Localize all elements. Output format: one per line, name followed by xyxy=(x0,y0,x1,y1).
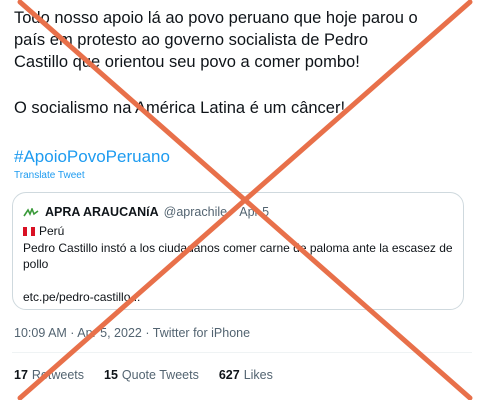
hashtag-link[interactable]: #ApoioPovoPeruano xyxy=(14,147,170,167)
quoted-tweet-link[interactable]: etc.pe/pedro-castillo... xyxy=(23,290,140,304)
quoted-country-line: Perú xyxy=(23,224,64,238)
tweet-line: Castillo que orientou seu povo a comer p… xyxy=(14,53,360,71)
tweet-stats: 17 Retweets 15 Quote Tweets 627 Likes xyxy=(14,368,293,382)
tweet-source[interactable]: Twitter for iPhone xyxy=(153,326,250,340)
separator-dot: · xyxy=(231,205,236,219)
tweet-line: Todo nosso apoio lá ao povo peruano que … xyxy=(14,9,418,27)
quoted-tweet-header: APRA ARAUCANíA @aprachile · Apr 5 xyxy=(23,205,269,219)
tweet-line: país em protesto ao governo socialista d… xyxy=(14,31,369,49)
tweet-line: O socialismo na América Latina é um cânc… xyxy=(14,99,346,117)
separator-dot: · xyxy=(145,326,150,340)
likes-count: 627 xyxy=(218,368,240,382)
quoted-tweet-card[interactable]: APRA ARAUCANíA @aprachile · Apr 5 Perú P… xyxy=(12,192,464,310)
likes-stat[interactable]: 627 Likes xyxy=(219,368,273,382)
quote-tweets-stat[interactable]: 15 Quote Tweets xyxy=(104,368,199,382)
retweets-count: 17 xyxy=(14,368,28,382)
quoted-author-name[interactable]: APRA ARAUCANíA xyxy=(45,205,159,219)
quote-tweets-count: 15 xyxy=(104,368,118,382)
retweets-label: Retweets xyxy=(31,368,85,382)
apra-logo-icon xyxy=(23,206,39,217)
quoted-tweet-date[interactable]: Apr 5 xyxy=(239,205,269,219)
quoted-tweet-body: Pedro Castillo instó a los ciudadanos co… xyxy=(23,241,453,271)
quoted-author-handle[interactable]: @aprachile xyxy=(164,205,227,219)
tweet-text: Todo nosso apoio lá ao povo peruano que … xyxy=(14,7,482,119)
quoted-country: Perú xyxy=(39,224,65,238)
quote-tweets-label: Quote Tweets xyxy=(121,368,199,382)
translate-tweet-link[interactable]: Translate Tweet xyxy=(14,170,85,181)
tweet-timestamp[interactable]: 10:09 AM · Apr 5, 2022 xyxy=(14,326,142,340)
peru-flag-icon xyxy=(23,226,35,236)
tweet-meta: 10:09 AM · Apr 5, 2022 · Twitter for iPh… xyxy=(14,326,250,340)
likes-label: Likes xyxy=(243,368,273,382)
divider xyxy=(12,352,472,353)
retweets-stat[interactable]: 17 Retweets xyxy=(14,368,84,382)
